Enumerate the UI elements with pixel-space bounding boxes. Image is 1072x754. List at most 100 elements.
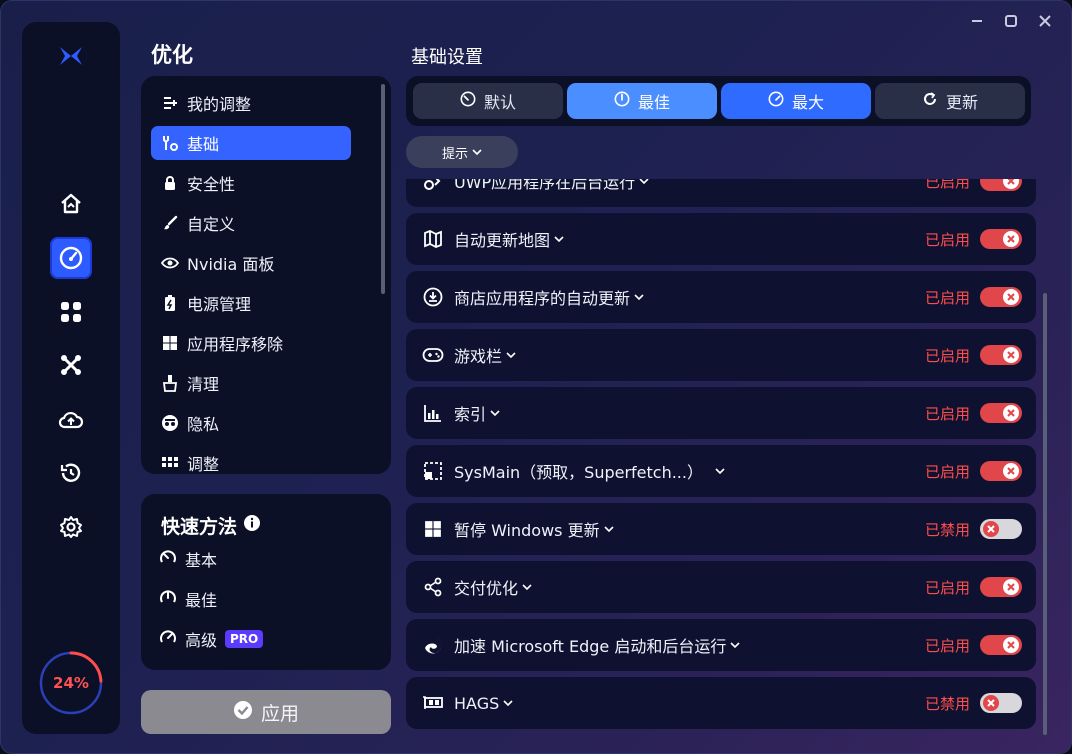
enabled-toggle[interactable] <box>980 287 1022 307</box>
enabled-toggle[interactable] <box>980 179 1022 191</box>
menu-item-label: 基础 <box>187 135 220 154</box>
broom-icon <box>161 374 179 392</box>
battery-icon <box>161 294 179 312</box>
status-text: 已启用 <box>924 462 970 481</box>
gauge-low-icon <box>460 91 476 111</box>
menu-item-label: 清理 <box>187 375 220 394</box>
disabled-toggle[interactable] <box>980 693 1022 713</box>
menu-item-label: 安全性 <box>187 175 236 194</box>
info-icon[interactable] <box>243 514 261 537</box>
close-icon <box>1003 637 1019 653</box>
setting-row-pause-updates: 暂停 Windows 更新 已禁用 <box>406 503 1036 555</box>
menu-item-app-removal[interactable]: 应用程序移除 <box>151 326 351 360</box>
menu-item-security[interactable]: 安全性 <box>151 166 351 200</box>
menu-item-label: 应用程序移除 <box>187 335 284 354</box>
grid-icon <box>161 454 179 472</box>
enabled-toggle[interactable] <box>980 229 1022 249</box>
close-icon <box>983 521 999 537</box>
setting-label: 索引 <box>454 401 500 425</box>
enabled-toggle[interactable] <box>980 635 1022 655</box>
close-icon <box>983 695 999 711</box>
menu-item-clean[interactable]: 清理 <box>151 366 351 400</box>
refresh-icon <box>922 91 938 111</box>
menu-scrollbar[interactable] <box>381 84 385 294</box>
preset-default-button[interactable]: 默认 <box>413 83 563 119</box>
maximize-icon[interactable] <box>1001 11 1021 31</box>
apply-label: 应用 <box>260 702 299 725</box>
close-icon <box>1003 405 1019 421</box>
hint-label: 提示 <box>441 146 468 162</box>
disabled-toggle[interactable] <box>980 519 1022 539</box>
menu-item-privacy[interactable]: 隐私 <box>151 406 351 440</box>
setting-row-sysmain: SysMain（预取，Superfetch...） 已启用 <box>406 445 1036 497</box>
gauge-mid-icon <box>614 91 630 111</box>
gamepad-icon <box>422 344 444 366</box>
enabled-toggle[interactable] <box>980 461 1022 481</box>
chevron-down-icon <box>472 145 482 160</box>
enabled-toggle[interactable] <box>980 345 1022 365</box>
settings-list: UWP应用程序在后台运行 已启用 自动更新地图 已启用 商店应用程序的自动更新 … <box>405 179 1041 741</box>
quick-item-advanced[interactable]: 高级 PRO <box>159 626 264 652</box>
apps-icon[interactable] <box>50 291 92 333</box>
menu-item-power[interactable]: 电源管理 <box>151 286 351 320</box>
gauge-high-icon <box>159 628 177 650</box>
status-text: 已启用 <box>924 636 970 655</box>
cloud-upload-icon[interactable] <box>50 399 92 441</box>
category-menu: 我的调整 基础 安全性 自定义 Nvidia 面板 电源管理 应用程序移除 清理… <box>141 76 391 474</box>
windows-icon <box>161 334 179 352</box>
menu-item-my-tweaks[interactable]: 我的调整 <box>151 86 351 120</box>
quick-methods-label: 快速方法 <box>161 516 238 538</box>
hint-dropdown[interactable]: 提示 <box>406 136 518 168</box>
minimize-icon[interactable] <box>967 11 987 31</box>
preset-bar: 默认 最佳 最大 更新 <box>406 76 1031 126</box>
index-bars-icon <box>422 402 444 424</box>
quick-item-basic[interactable]: 基本 <box>159 546 217 572</box>
quick-item-label: 基本 <box>185 551 218 570</box>
status-text: 已启用 <box>924 288 970 307</box>
download-circle-icon <box>422 286 444 308</box>
share-icon <box>422 576 444 598</box>
setting-label: 交付优化 <box>454 575 532 599</box>
window-controls <box>967 11 1055 31</box>
lock-icon <box>161 174 179 192</box>
close-icon[interactable] <box>1035 11 1055 31</box>
status-text: 已启用 <box>924 230 970 249</box>
network-icon[interactable] <box>50 344 92 386</box>
home-icon[interactable] <box>50 183 92 225</box>
menu-item-basic[interactable]: 基础 <box>151 126 351 160</box>
gear-icon[interactable] <box>50 506 92 548</box>
history-icon[interactable] <box>50 452 92 494</box>
close-icon <box>1003 179 1019 189</box>
menu-item-customize[interactable]: 自定义 <box>151 206 351 240</box>
nvidia-eye-icon <box>161 254 179 272</box>
sysmain-icon <box>422 460 444 482</box>
preset-best-button[interactable]: 最佳 <box>567 83 717 119</box>
menu-item-tweaks[interactable]: 调整 <box>151 446 351 474</box>
setting-row-indexing: 索引 已启用 <box>406 387 1036 439</box>
setting-row-uwp-background: UWP应用程序在后台运行 已启用 <box>406 179 1036 207</box>
setting-label: 游戏栏 <box>454 343 516 367</box>
status-text: 已启用 <box>924 346 970 365</box>
list-scrollbar[interactable] <box>1043 293 1047 735</box>
preset-max-button[interactable]: 最大 <box>721 83 871 119</box>
app-window: 24% 优化 我的调整 基础 安全性 自定义 Nvidia 面板 电源管理 应用… <box>0 0 1072 754</box>
gauge-mid-icon <box>159 588 177 610</box>
close-icon <box>1003 231 1019 247</box>
status-text: 已启用 <box>924 179 970 191</box>
quick-item-label: 最佳 <box>185 591 218 610</box>
close-icon <box>1003 463 1019 479</box>
list-add-icon <box>161 94 179 112</box>
setting-label: SysMain（预取，Superfetch...） <box>454 459 725 483</box>
preset-update-button[interactable]: 更新 <box>875 83 1025 119</box>
gauge-low-icon <box>159 548 177 570</box>
quick-item-best[interactable]: 最佳 <box>159 586 217 612</box>
menu-item-label: Nvidia 面板 <box>187 255 275 274</box>
apply-button[interactable]: 应用 <box>141 690 391 734</box>
enabled-toggle[interactable] <box>980 577 1022 597</box>
enabled-toggle[interactable] <box>980 403 1022 423</box>
setting-row-hags: HAGS 已禁用 <box>406 677 1036 729</box>
spy-icon <box>161 414 179 432</box>
settings-title: 基础设置 <box>411 47 483 68</box>
menu-item-nvidia[interactable]: Nvidia 面板 <box>151 246 351 280</box>
speedometer-icon[interactable] <box>50 237 92 279</box>
